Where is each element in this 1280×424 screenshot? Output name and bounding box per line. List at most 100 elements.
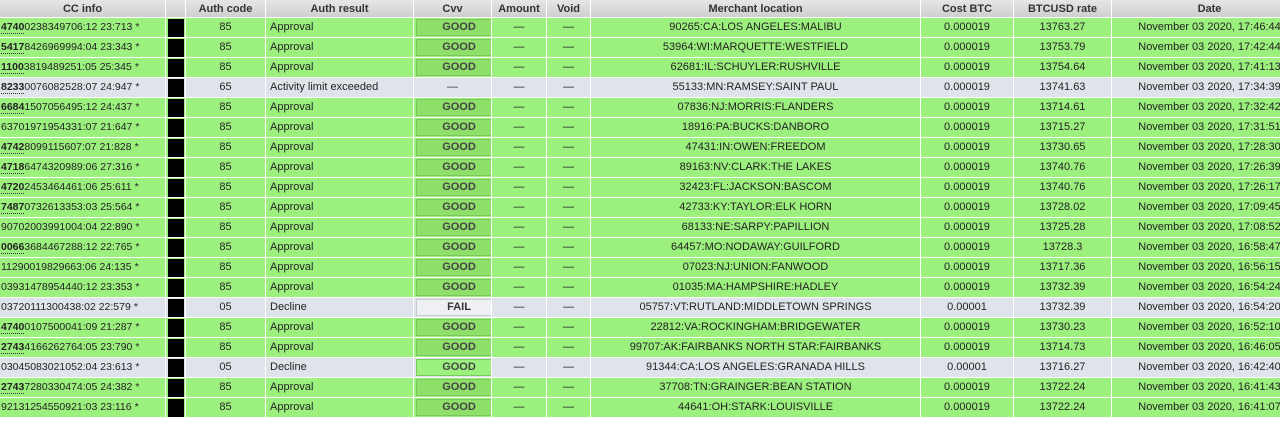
- table-row[interactable]: 74870732613353:03 25:564 * 85 Approval GOOD —…: [0, 198, 1280, 218]
- table-row[interactable]: 66841507056495:12 24:437 * 85 Approval GOOD —…: [0, 98, 1280, 118]
- cost-btc-cell: 0.000019: [921, 18, 1014, 38]
- auth-result-cell: Approval: [266, 38, 414, 58]
- table-row[interactable]: 03045083021052:04 23:613 * 05 Decline GOOD — —…: [0, 358, 1280, 378]
- cc-info-cell[interactable]: 90702003991004:04 22:890 *: [0, 218, 166, 238]
- cc-bin[interactable]: 2743: [1, 341, 25, 354]
- cc-bin[interactable]: 4740: [1, 321, 25, 334]
- cc-info-cell[interactable]: 03931478954440:12 23:353 *: [0, 278, 166, 298]
- cvv-badge: GOOD: [416, 219, 491, 236]
- table-row[interactable]: 27437280330474:05 24:382 * 85 Approval GOOD —…: [0, 378, 1280, 398]
- cc-info-cell[interactable]: 11290019829663:06 24:135 *: [0, 258, 166, 278]
- swatch-cell: [166, 338, 186, 358]
- col-header-amount[interactable]: Amount: [492, 0, 547, 18]
- cc-info-cell[interactable]: 92131254550921:03 23:116 *: [0, 398, 166, 418]
- cc-info-cell[interactable]: 54178426969994:04 23:343 *: [0, 38, 166, 58]
- cc-info-cell[interactable]: 47186474320989:06 27:316 *: [0, 158, 166, 178]
- cc-bin[interactable]: 8233: [1, 81, 25, 94]
- col-header-cc-info[interactable]: CC info: [0, 0, 166, 18]
- black-swatch-icon: [168, 398, 184, 417]
- col-header-void[interactable]: Void: [547, 0, 591, 18]
- auth-code-cell: 85: [186, 38, 266, 58]
- date-cell: November 03 2020, 17:46:44: [1112, 18, 1280, 38]
- cc-info-cell[interactable]: 00663684467288:12 22:765 *: [0, 238, 166, 258]
- amount-cell: —: [492, 398, 547, 418]
- cc-info-cell[interactable]: 82330076082528:07 24:947 *: [0, 78, 166, 98]
- amount-cell: —: [492, 138, 547, 158]
- col-header-auth-result[interactable]: Auth result: [266, 0, 414, 18]
- cc-bin[interactable]: 0066: [1, 241, 25, 254]
- auth-result-cell: Approval: [266, 178, 414, 198]
- cc-bin[interactable]: 7487: [1, 201, 25, 214]
- void-cell: —: [547, 298, 591, 318]
- auth-result-cell: Approval: [266, 338, 414, 358]
- cc-bin[interactable]: 6684: [1, 101, 25, 114]
- cc-bin[interactable]: 1100: [1, 61, 24, 74]
- cc-bin[interactable]: 4718: [1, 161, 25, 174]
- table-row[interactable]: 11003819489251:05 25:345 * 85 Approval GOOD —…: [0, 58, 1280, 78]
- table-row[interactable]: 11290019829663:06 24:135 * 85 Approval GOOD —…: [0, 258, 1280, 278]
- cvv-cell: GOOD: [414, 358, 492, 378]
- cc-number: 3819489251:05 25:345: [23, 61, 132, 73]
- col-header-auth-code[interactable]: Auth code: [186, 0, 266, 18]
- cc-info-cell[interactable]: 03045083021052:04 23:613 *: [0, 358, 166, 378]
- table-row[interactable]: 03720111300438:02 22:579 * 05 Decline FAIL — —…: [0, 298, 1280, 318]
- cc-number: 90702003991004:04 22:890: [1, 221, 133, 233]
- table-row[interactable]: 82330076082528:07 24:947 * 65 Activity limi…: [0, 78, 1280, 98]
- cc-star: *: [135, 241, 140, 253]
- auth-result-cell: Decline: [266, 298, 414, 318]
- table-row[interactable]: 47202453464461:06 25:611 * 85 Approval GOOD —…: [0, 178, 1280, 198]
- cvv-cell: GOOD: [414, 98, 492, 118]
- table-row[interactable]: 47428099115607:07 21:828 * 85 Approval GOOD —…: [0, 138, 1280, 158]
- cc-info-cell[interactable]: 66841507056495:12 24:437 *: [0, 98, 166, 118]
- cc-info-cell[interactable]: 63701971954331:07 21:647 *: [0, 118, 166, 138]
- table-row[interactable]: 47186474320989:06 27:316 * 85 Approval GOOD —…: [0, 158, 1280, 178]
- table-row[interactable]: 03931478954440:12 23:353 * 85 Approval GOOD —…: [0, 278, 1280, 298]
- cc-bin[interactable]: 4740: [1, 21, 25, 34]
- table-row[interactable]: 27434166262764:05 23:790 * 85 Approval GOOD —…: [0, 338, 1280, 358]
- auth-code-cell: 85: [186, 338, 266, 358]
- cvv-badge: GOOD: [416, 139, 491, 156]
- btcusd-rate-cell: 13714.61: [1014, 98, 1112, 118]
- cc-info-cell[interactable]: 47400107500041:09 21:287 *: [0, 318, 166, 338]
- cc-bin[interactable]: 4742: [1, 141, 25, 154]
- swatch-cell: [166, 138, 186, 158]
- cc-info-cell[interactable]: 27434166262764:05 23:790 *: [0, 338, 166, 358]
- cvv-cell: GOOD: [414, 278, 492, 298]
- cc-info-cell[interactable]: 74870732613353:03 25:564 *: [0, 198, 166, 218]
- col-header-cost-btc[interactable]: Cost BTC: [921, 0, 1014, 18]
- cc-bin[interactable]: 2743: [1, 381, 25, 394]
- cc-number: 11290019829663:06 24:135: [1, 261, 132, 273]
- cc-info-cell[interactable]: 47400238349706:12 23:713 *: [0, 18, 166, 38]
- col-header-date[interactable]: Date: [1112, 0, 1280, 18]
- black-swatch-icon: [168, 258, 184, 277]
- cc-info-cell[interactable]: 27437280330474:05 24:382 *: [0, 378, 166, 398]
- table-row[interactable]: 00663684467288:12 22:765 * 85 Approval GOOD —…: [0, 238, 1280, 258]
- cc-bin[interactable]: 4720: [1, 181, 25, 194]
- date-cell: November 03 2020, 16:52:10: [1112, 318, 1280, 338]
- col-header-merchant-location[interactable]: Merchant location: [591, 0, 921, 18]
- cvv-badge: GOOD: [416, 279, 491, 296]
- table-row[interactable]: 63701971954331:07 21:647 * 85 Approval GOOD —…: [0, 118, 1280, 138]
- amount-cell: —: [492, 118, 547, 138]
- cc-star: *: [134, 181, 139, 193]
- auth-code-cell: 85: [186, 158, 266, 178]
- auth-code-cell: 85: [186, 218, 266, 238]
- auth-code-cell: 85: [186, 198, 266, 218]
- table-row[interactable]: 47400107500041:09 21:287 * 85 Approval GOOD —…: [0, 318, 1280, 338]
- btcusd-rate-cell: 13732.39: [1014, 298, 1112, 318]
- cc-info-cell[interactable]: 47428099115607:07 21:828 *: [0, 138, 166, 158]
- table-row[interactable]: 54178426969994:04 23:343 * 85 Approval GOOD —…: [0, 38, 1280, 58]
- cc-bin[interactable]: 5417: [1, 41, 25, 54]
- table-row[interactable]: 90702003991004:04 22:890 * 85 Approval GOOD —…: [0, 218, 1280, 238]
- table-row[interactable]: 47400238349706:12 23:713 * 85 Approval GOOD —…: [0, 18, 1280, 38]
- table-row[interactable]: 92131254550921:03 23:116 * 85 Approval GOOD —…: [0, 398, 1280, 418]
- black-swatch-icon: [168, 18, 184, 37]
- cc-info-cell[interactable]: 03720111300438:02 22:579 *: [0, 298, 166, 318]
- btcusd-rate-cell: 13722.24: [1014, 378, 1112, 398]
- cc-info-cell[interactable]: 47202453464461:06 25:611 *: [0, 178, 166, 198]
- col-header-cvv[interactable]: Cvv: [414, 0, 492, 18]
- cc-info-cell[interactable]: 11003819489251:05 25:345 *: [0, 58, 166, 78]
- merchant-location-cell: 55133:MN:RAMSEY:SAINT PAUL: [591, 78, 921, 98]
- col-header-btcusd-rate[interactable]: BTCUSD rate: [1014, 0, 1112, 18]
- cvv-cell: GOOD: [414, 338, 492, 358]
